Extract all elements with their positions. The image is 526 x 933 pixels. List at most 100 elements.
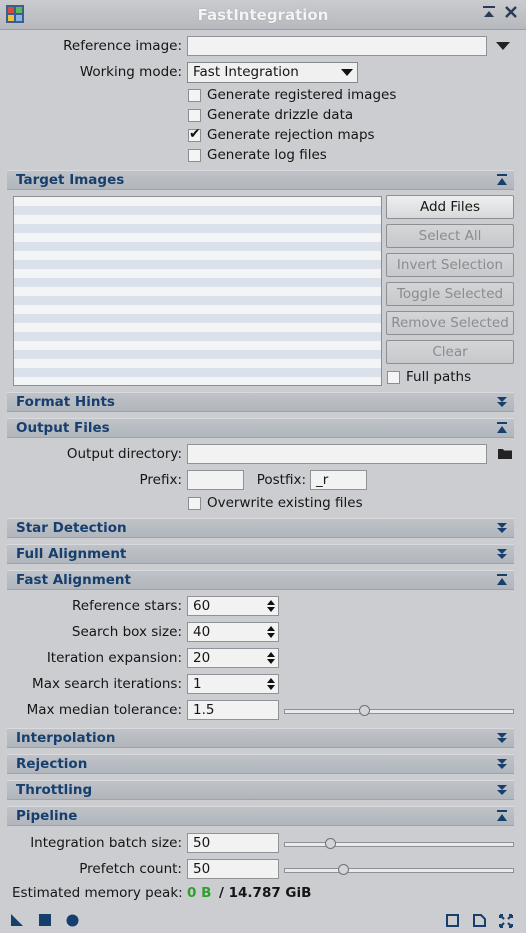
spin-down-icon[interactable]	[267, 607, 275, 612]
section-fast-alignment[interactable]: Fast Alignment	[7, 570, 514, 590]
checkmark-icon: ✔	[189, 126, 201, 142]
section-format-hints[interactable]: Format Hints	[7, 392, 514, 412]
integration-batch-size-input[interactable]: 50	[187, 833, 279, 853]
apply-icon[interactable]	[39, 914, 51, 926]
generate-log-files-checkbox[interactable]	[188, 149, 201, 162]
iteration-expansion-value: 20	[193, 650, 211, 666]
integration-batch-size-slider[interactable]	[284, 842, 514, 847]
section-interpolation[interactable]: Interpolation	[7, 728, 514, 748]
target-images-list[interactable]	[13, 196, 382, 386]
overwrite-existing-files-checkbox[interactable]	[188, 497, 201, 510]
postfix-label: Postfix:	[256, 472, 306, 488]
max-search-iterations-spinbox[interactable]: 1	[187, 674, 279, 694]
apply-global-icon[interactable]	[66, 914, 79, 927]
spin-up-icon[interactable]	[267, 678, 275, 683]
section-throttling[interactable]: Throttling	[7, 780, 514, 800]
prefetch-count-slider-handle[interactable]	[338, 864, 350, 875]
working-mode-select[interactable]: Fast Integration	[187, 62, 358, 83]
generate-registered-images-label: Generate registered images	[207, 87, 397, 103]
iteration-expansion-label: Iteration expansion:	[46, 650, 182, 666]
generate-rejection-maps-checkbox[interactable]: ✔	[188, 126, 201, 142]
full-paths-label: Full paths	[406, 369, 472, 385]
list-stripe	[14, 260, 381, 269]
folder-icon[interactable]	[498, 447, 512, 459]
list-stripe	[14, 224, 381, 233]
fastintegration-window: FastIntegration Reference image: Working…	[0, 0, 526, 933]
spin-up-icon[interactable]	[267, 626, 275, 631]
list-stripe	[14, 350, 381, 359]
documentation-icon[interactable]	[473, 914, 486, 927]
collapse-icon[interactable]	[496, 810, 508, 822]
spin-down-icon[interactable]	[267, 633, 275, 638]
max-median-tolerance-label: Max median tolerance:	[26, 702, 182, 718]
title-bar[interactable]: FastIntegration	[0, 0, 526, 30]
list-stripe	[14, 332, 381, 341]
output-directory-input[interactable]	[187, 444, 487, 464]
prefetch-count-input[interactable]: 50	[187, 859, 279, 879]
postfix-input[interactable]: _r	[310, 470, 367, 490]
reference-stars-spinbox[interactable]: 60	[187, 596, 279, 616]
integration-batch-size-slider-handle[interactable]	[324, 838, 336, 849]
remove-selected-button[interactable]: Remove Selected	[386, 311, 514, 335]
memory-used-value: 0 B	[187, 885, 212, 901]
close-icon[interactable]	[502, 5, 520, 23]
expand-icon[interactable]	[496, 732, 508, 744]
prefetch-count-slider[interactable]	[284, 868, 514, 873]
section-output-files[interactable]: Output Files	[7, 418, 514, 438]
expand-icon[interactable]	[496, 396, 508, 408]
section-title: Pipeline	[16, 808, 78, 824]
full-paths-checkbox[interactable]	[387, 371, 400, 384]
spin-down-icon[interactable]	[267, 659, 275, 664]
expand-icon[interactable]	[496, 522, 508, 534]
add-files-button[interactable]: Add Files	[386, 195, 514, 219]
preview-icon[interactable]	[446, 914, 459, 927]
output-directory-label: Output directory:	[66, 446, 182, 462]
section-target-images[interactable]: Target Images	[7, 170, 514, 190]
section-title: Output Files	[16, 420, 110, 436]
reference-image-dropdown-icon[interactable]	[496, 42, 510, 50]
prefix-label: Prefix:	[139, 472, 182, 488]
max-median-tolerance-slider[interactable]	[284, 709, 514, 714]
search-box-size-spinbox[interactable]: 40	[187, 622, 279, 642]
clear-button[interactable]: Clear	[386, 340, 514, 364]
window-title: FastIntegration	[197, 6, 329, 24]
list-stripe	[14, 314, 381, 323]
reference-image-input[interactable]	[187, 36, 487, 56]
estimated-memory-peak-label: Estimated memory peak:	[12, 885, 183, 901]
section-star-detection[interactable]: Star Detection	[7, 518, 514, 538]
new-instance-icon[interactable]	[11, 914, 23, 926]
section-title: Interpolation	[16, 730, 116, 746]
collapse-icon[interactable]	[496, 174, 508, 186]
section-title: Rejection	[16, 756, 88, 772]
generate-registered-images-checkbox[interactable]	[188, 89, 201, 102]
spin-down-icon[interactable]	[267, 685, 275, 690]
expand-icon[interactable]	[496, 758, 508, 770]
expand-icon[interactable]	[496, 548, 508, 560]
collapse-icon[interactable]	[496, 422, 508, 434]
max-median-tolerance-input[interactable]: 1.5	[187, 700, 279, 720]
reference-stars-label: Reference stars:	[71, 598, 182, 614]
list-stripe	[14, 278, 381, 287]
invert-selection-button[interactable]: Invert Selection	[386, 253, 514, 277]
section-pipeline[interactable]: Pipeline	[7, 806, 514, 826]
spin-up-icon[interactable]	[267, 652, 275, 657]
bottom-toolbar	[0, 906, 526, 933]
search-box-size-value: 40	[193, 624, 211, 640]
section-title: Star Detection	[16, 520, 127, 536]
toggle-selected-button[interactable]: Toggle Selected	[386, 282, 514, 306]
reset-icon[interactable]	[499, 914, 513, 928]
expand-icon[interactable]	[496, 784, 508, 796]
generate-drizzle-data-checkbox[interactable]	[188, 109, 201, 122]
iteration-expansion-spinbox[interactable]: 20	[187, 648, 279, 668]
section-full-alignment[interactable]: Full Alignment	[7, 544, 514, 564]
max-search-iterations-label: Max search iterations:	[32, 676, 182, 692]
prefetch-count-label: Prefetch count:	[79, 861, 182, 877]
prefix-input[interactable]	[187, 470, 244, 490]
working-mode-label: Working mode:	[79, 64, 182, 80]
select-all-button[interactable]: Select All	[386, 224, 514, 248]
max-median-tolerance-slider-handle[interactable]	[358, 705, 370, 716]
shade-icon[interactable]	[480, 5, 498, 23]
collapse-icon[interactable]	[496, 574, 508, 586]
section-rejection[interactable]: Rejection	[7, 754, 514, 774]
spin-up-icon[interactable]	[267, 600, 275, 605]
